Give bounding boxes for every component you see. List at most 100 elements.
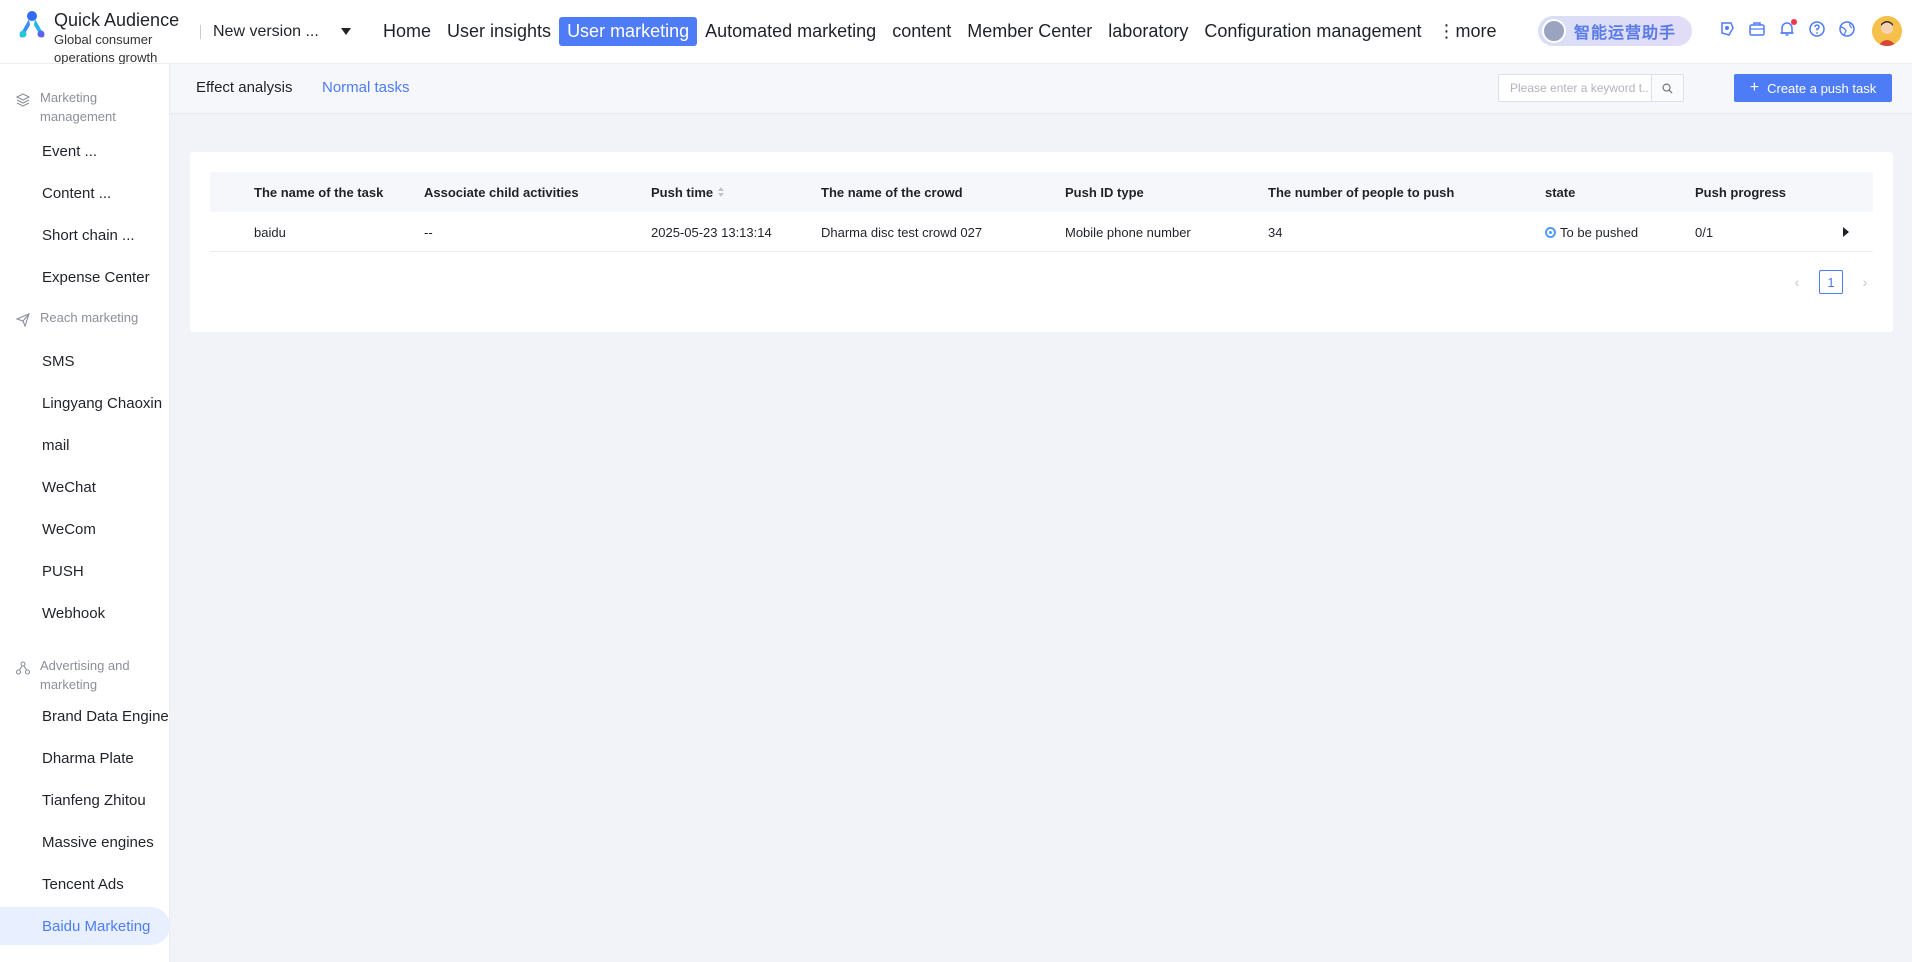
sidebar-item-content[interactable]: Content ... — [0, 174, 169, 212]
sidebar-item-dharma-plate[interactable]: Dharma Plate — [0, 739, 169, 777]
sidebar-item-wechat[interactable]: WeChat — [0, 468, 169, 506]
cell-people-count: 34 — [1268, 224, 1283, 240]
sidebar: Marketing management Event ... Content .… — [0, 64, 170, 962]
top-navigation-bar: Quick Audience Global consumer operation… — [0, 0, 1912, 67]
tab-normal-tasks[interactable]: Normal tasks — [322, 79, 410, 96]
sidebar-item-tianfeng-zhitou[interactable]: Tianfeng Zhitou — [0, 781, 169, 819]
sidebar-group-title-line2: marketing — [40, 677, 98, 692]
cell-push-time: 2025-05-23 13:13:14 — [651, 224, 772, 240]
search-icon — [1662, 83, 1673, 94]
version-selector[interactable]: New version ... — [213, 23, 363, 41]
globe-icon[interactable] — [1838, 20, 1856, 38]
sidebar-item-webhook[interactable]: Webhook — [0, 594, 169, 632]
sidebar-item-short-chain[interactable]: Short chain ... — [0, 216, 169, 254]
create-push-task-label: Create a push task — [1767, 80, 1877, 96]
table-header: The name of the task Associate child act… — [210, 172, 1873, 212]
nav-member-center[interactable]: Member Center — [959, 17, 1100, 46]
top-icon-group — [1718, 19, 1856, 38]
sidebar-item-push[interactable]: PUSH — [0, 552, 169, 590]
sidebar-item-sms[interactable]: SMS — [0, 342, 169, 380]
next-page-icon[interactable]: › — [1857, 274, 1873, 290]
main-nav: Home User insights User marketing Automa… — [375, 17, 1505, 46]
nav-user-insights[interactable]: User insights — [439, 17, 559, 46]
cell-child-activities: -- — [424, 224, 433, 240]
sidebar-item-baidu-marketing[interactable]: Baidu Marketing — [0, 907, 169, 945]
prev-page-icon[interactable]: ‹ — [1789, 274, 1805, 290]
column-header-people-count: The number of people to push — [1268, 184, 1455, 200]
sidebar-group-title: Reach marketing — [40, 310, 139, 325]
nav-laboratory[interactable]: laboratory — [1100, 17, 1196, 46]
sort-icon[interactable] — [718, 187, 725, 197]
cell-crowd-name: Dharma disc test crowd 027 — [821, 224, 983, 240]
user-avatar-icon — [1872, 16, 1902, 46]
caret-right-icon — [1843, 227, 1849, 237]
sidebar-item-brand-data-engine[interactable]: Brand Data Engine — [0, 697, 169, 735]
ai-spark-icon[interactable] — [1718, 20, 1736, 38]
nav-user-marketing[interactable]: User marketing — [559, 17, 698, 46]
send-icon — [16, 313, 30, 327]
user-avatar[interactable] — [1872, 16, 1902, 46]
nav-automated-marketing[interactable]: Automated marketing — [697, 17, 884, 46]
pending-status-icon — [1545, 226, 1556, 238]
column-header-push-progress: Push progress — [1695, 184, 1787, 200]
sidebar-group-title-line1: Marketing — [40, 90, 98, 105]
sidebar-group-reach-marketing: Reach marketing — [0, 304, 138, 327]
assistant-avatar — [1542, 19, 1566, 43]
sidebar-item-event[interactable]: Event ... — [0, 132, 169, 170]
status-text: To be pushed — [1560, 224, 1639, 240]
tab-effect-analysis[interactable]: Effect analysis — [196, 79, 292, 96]
search-button[interactable] — [1651, 75, 1683, 101]
caret-down-icon — [340, 28, 351, 35]
assistant-label: 智能运营助手 — [1574, 25, 1677, 42]
notification-dot — [1791, 19, 1797, 25]
pagination: ‹ 1 › — [1789, 270, 1873, 294]
brand-subtitle-line1: Global consumer — [54, 31, 153, 47]
quick-audience-logo-icon — [19, 10, 45, 37]
briefcase-icon[interactable] — [1748, 20, 1766, 38]
bell-icon[interactable] — [1778, 19, 1797, 38]
nav-home[interactable]: Home — [375, 17, 439, 46]
column-header-task-name: The name of the task — [254, 184, 384, 200]
version-selector-value: New version ... — [213, 22, 319, 40]
sidebar-item-lingyang-chaoxin[interactable]: Lingyang Chaoxin — [0, 384, 169, 422]
sidebar-group-title-line1: Advertising and — [40, 658, 130, 673]
layers-icon — [16, 93, 30, 107]
brand-title: Quick Audience — [54, 9, 180, 30]
create-push-task-button[interactable]: + Create a push task — [1734, 74, 1892, 102]
search-box — [1498, 74, 1684, 102]
column-header-push-time-label: Push time — [651, 184, 714, 200]
nav-configuration-management[interactable]: Configuration management — [1196, 17, 1429, 46]
sidebar-item-mail[interactable]: mail — [0, 426, 169, 464]
sidebar-group-marketing-management: Marketing management — [0, 84, 116, 126]
sidebar-item-tencent-ads[interactable]: Tencent Ads — [0, 865, 169, 903]
column-header-crowd-name: The name of the crowd — [821, 184, 963, 200]
cell-task-name: baidu — [254, 224, 286, 240]
table-row[interactable]: baidu -- 2025-05-23 13:13:14 Dharma disc… — [210, 212, 1873, 252]
share-nodes-icon — [16, 661, 30, 675]
column-header-child-activities: Associate child activities — [424, 184, 579, 200]
page-number-current[interactable]: 1 — [1819, 270, 1843, 294]
nav-more[interactable]: ⋮more — [1429, 17, 1504, 46]
sidebar-group-title-line2: management — [40, 109, 116, 124]
ai-assistant-button[interactable]: 智能运营助手 — [1538, 16, 1692, 46]
column-header-state: state — [1545, 184, 1576, 200]
task-table: The name of the task Associate child act… — [210, 172, 1873, 252]
search-input[interactable] — [1499, 81, 1649, 95]
nav-content[interactable]: content — [884, 17, 959, 46]
sub-navigation: Effect analysis Normal tasks + Create a … — [171, 64, 1912, 114]
column-header-push-id-type: Push ID type — [1065, 184, 1144, 200]
sidebar-group-advertising-marketing: Advertising and marketing — [0, 652, 130, 694]
expand-row-button[interactable] — [1843, 212, 1849, 252]
cell-push-progress: 0/1 — [1695, 224, 1714, 240]
sidebar-item-wecom[interactable]: WeCom — [0, 510, 169, 548]
sidebar-item-massive-engines[interactable]: Massive engines — [0, 823, 169, 861]
task-list-card: The name of the task Associate child act… — [190, 152, 1893, 332]
brand[interactable]: Quick Audience Global consumer operation… — [0, 0, 200, 67]
cell-push-id-type: Mobile phone number — [1065, 224, 1191, 240]
divider — [200, 24, 201, 39]
sidebar-item-expense-center[interactable]: Expense Center — [0, 258, 169, 296]
help-icon[interactable] — [1808, 20, 1826, 38]
cell-state: To be pushed — [1545, 212, 1638, 252]
plus-icon: + — [1749, 79, 1760, 96]
column-header-push-time[interactable]: Push time — [651, 172, 725, 212]
